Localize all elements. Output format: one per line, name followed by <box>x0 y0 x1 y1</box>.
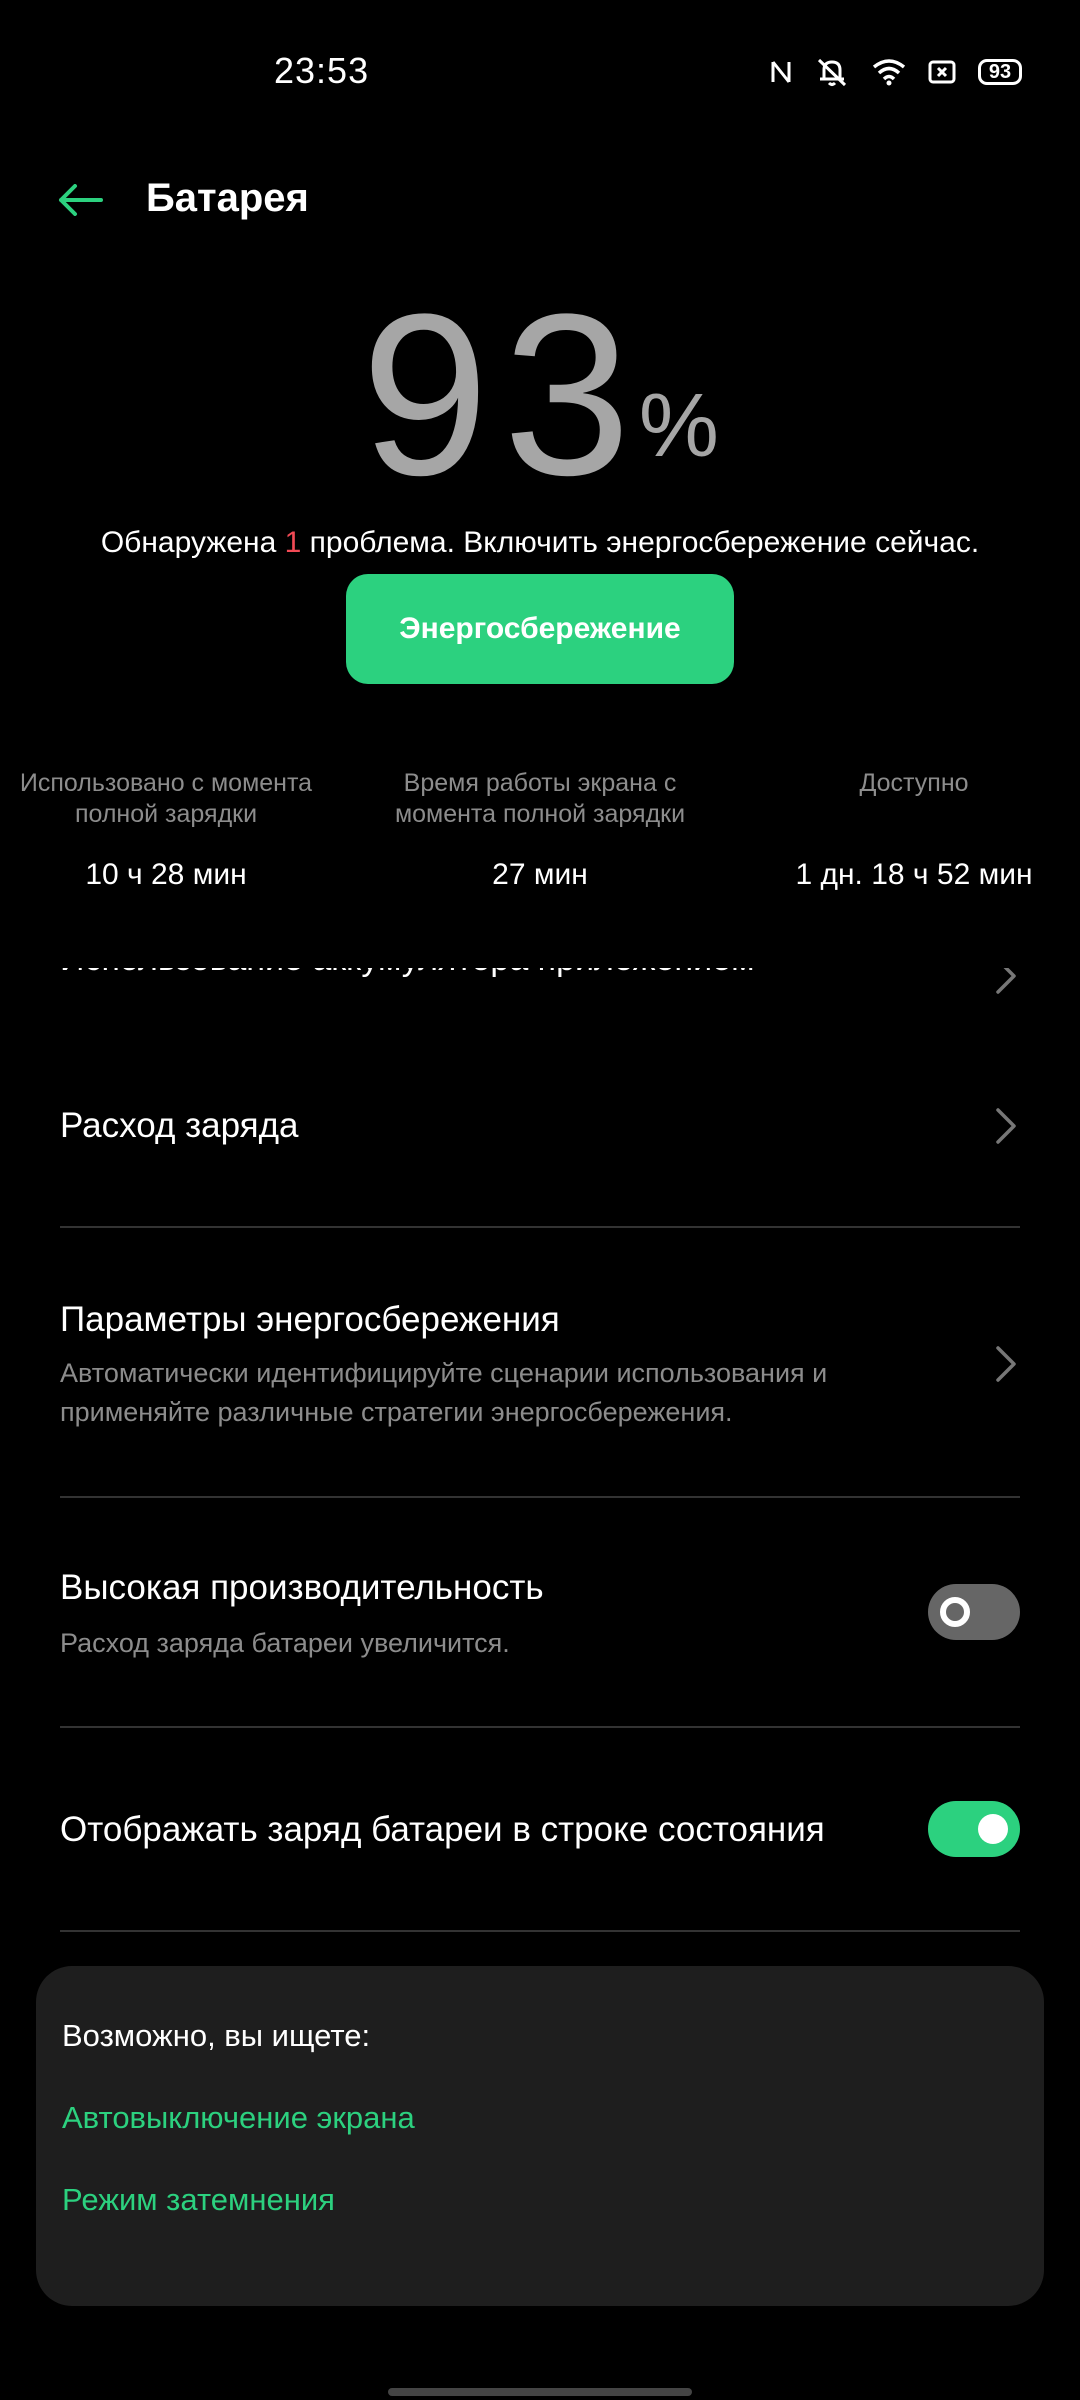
stat-used-value: 10 ч 28 мин <box>85 858 247 891</box>
charge-usage-item[interactable] <box>0 1070 1080 1224</box>
stat-screen-label: Время работы экрана с момента полной зар… <box>368 768 712 830</box>
app-battery-usage-item[interactable]: Использование аккумулятора приложением <box>60 968 1020 1014</box>
status-icons: 93 <box>770 52 1022 92</box>
power-saving-settings-subtitle-line1: Автоматически идентифицируйте сценарии и… <box>60 1358 828 1388</box>
stat-available-label-line1: Доступно <box>859 769 969 797</box>
chevron-right-icon <box>992 1106 1020 1146</box>
page-title: Батарея <box>146 176 309 220</box>
toggle-knob <box>940 1597 970 1627</box>
power-saving-settings-subtitle-line2: применяйте различные стратегии энергосбе… <box>60 1397 733 1427</box>
battery-percent: 93% <box>0 280 1080 510</box>
divider <box>60 1496 1020 1498</box>
suggestions-title: Возможно, вы ищете: <box>62 2018 371 2053</box>
high-performance-toggle[interactable] <box>928 1584 1020 1640</box>
divider <box>60 1930 1020 1932</box>
mute-icon <box>814 57 850 87</box>
stat-used-label: Использовано с момента полной зарядки <box>0 768 332 830</box>
show-battery-status-title: Отображать заряд батареи в строке состоя… <box>60 1810 825 1849</box>
problem-prefix: Обнаружена <box>100 526 285 559</box>
status-time: 23:53 <box>274 50 370 91</box>
stat-screen-value: 27 мин <box>492 858 588 891</box>
stat-used-label-line2: полной зарядки <box>74 800 258 828</box>
power-saving-button[interactable]: Энергосбережение <box>346 574 734 684</box>
nfc-icon <box>770 59 792 85</box>
stat-available-label: Доступно <box>760 768 1068 799</box>
arrow-left-icon <box>59 184 103 216</box>
divider <box>60 1726 1020 1728</box>
suggestion-link-dark-mode[interactable]: Режим затемнения <box>62 2182 335 2218</box>
dnd-icon <box>928 59 956 85</box>
suggestion-link-screen-timeout[interactable]: Автовыключение экрана <box>62 2100 415 2136</box>
battery-icon: 93 <box>978 59 1022 85</box>
show-battery-status-toggle[interactable] <box>928 1801 1020 1857</box>
chevron-right-icon <box>996 968 1016 994</box>
toggle-knob <box>978 1814 1008 1844</box>
problem-suffix: проблема. Включить энергосбережение сейч… <box>301 526 980 559</box>
high-performance-subtitle: Расход заряда батареи увеличится. <box>60 1628 510 1658</box>
app-battery-usage-label: Использование аккумулятора приложением <box>60 968 754 978</box>
battery-percent-value: 93 <box>361 266 645 523</box>
suggestions-card: Возможно, вы ищете: Автовыключение экран… <box>36 1966 1044 2306</box>
stat-available-value: 1 дн. 18 ч 52 мин <box>795 858 1033 891</box>
stat-screen-label-line2: момента полной зарядки <box>394 800 686 828</box>
home-indicator[interactable] <box>388 2388 692 2396</box>
high-performance-title: Высокая производительность <box>60 1568 544 1607</box>
power-saving-settings-title: Параметры энергосбережения <box>60 1300 560 1339</box>
problem-message[interactable]: Обнаружена 1 проблема. Включить энергосб… <box>0 526 1080 560</box>
stat-screen-label-line1: Время работы экрана с <box>403 769 677 797</box>
power-saving-settings-subtitle: Автоматически идентифицируйте сценарии и… <box>60 1354 920 1432</box>
problem-count: 1 <box>284 526 302 559</box>
charge-usage-title: Расход заряда <box>60 1106 299 1145</box>
chevron-right-icon <box>992 1344 1020 1384</box>
wifi-icon <box>872 58 906 86</box>
back-button[interactable] <box>52 172 108 228</box>
battery-percent-sign: % <box>638 376 719 476</box>
stat-used-label-line1: Использовано с момента <box>19 769 313 797</box>
